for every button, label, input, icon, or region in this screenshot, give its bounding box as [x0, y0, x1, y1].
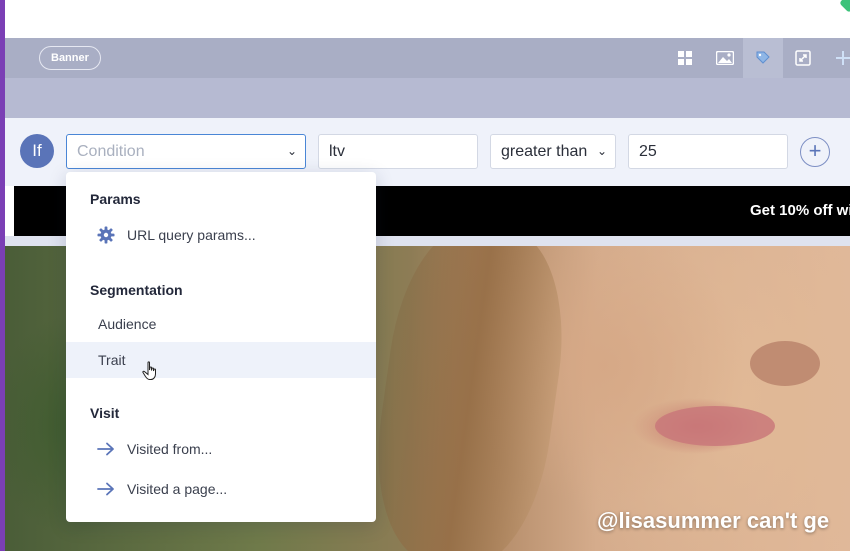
menu-item-audience[interactable]: Audience: [66, 306, 376, 342]
left-accent-strip: [0, 0, 5, 551]
move-icon[interactable]: [823, 38, 850, 78]
group-header-segmentation: Segmentation: [90, 282, 183, 298]
gear-icon: [96, 225, 116, 245]
operator-value: greater than: [501, 143, 588, 160]
hand-cursor-icon: [142, 361, 160, 384]
hero-caption: @lisasummer can't ge: [597, 508, 830, 533]
top-area: [5, 0, 850, 38]
plus-circle-icon[interactable]: +: [800, 137, 830, 167]
condition-placeholder: Condition: [77, 143, 145, 160]
menu-item-label: URL query params...: [127, 227, 256, 243]
menu-item-label: Audience: [98, 316, 157, 332]
banner-label[interactable]: Banner: [39, 46, 101, 70]
tag-icon[interactable]: [743, 38, 783, 78]
arrow-right-icon: [96, 439, 116, 459]
chevron-down-icon: ⌄: [286, 144, 297, 158]
menu-item-visited-from[interactable]: Visited from...: [66, 431, 376, 467]
value-input[interactable]: 25: [628, 134, 788, 169]
menu-item-visited-page[interactable]: Visited a page...: [66, 471, 376, 507]
group-header-params: Params: [90, 191, 141, 207]
hero-image-hair: [362, 246, 578, 551]
resize-icon[interactable]: [783, 38, 823, 78]
hero-image-lips: [655, 406, 775, 446]
menu-item-url-query-params[interactable]: URL query params...: [66, 217, 376, 253]
condition-dropdown: Params URL query params... Segmentation …: [66, 172, 376, 522]
sub-toolbar: [5, 78, 850, 118]
status-indicator: [839, 0, 850, 13]
block-toolbar: Banner: [5, 38, 850, 78]
operator-select[interactable]: greater than ⌄: [490, 134, 616, 169]
hero-image-nose: [750, 341, 820, 386]
grid-icon[interactable]: [665, 38, 705, 78]
if-badge: If: [20, 134, 54, 168]
condition-select[interactable]: Condition ⌄: [66, 134, 306, 169]
promo-text: Get 10% off wi: [750, 202, 850, 219]
chevron-down-icon: ⌄: [596, 144, 607, 158]
menu-item-label: Trait: [98, 352, 126, 368]
menu-item-label: Visited from...: [127, 441, 213, 457]
group-header-visit: Visit: [90, 405, 120, 421]
arrow-right-icon: [96, 479, 116, 499]
field-input[interactable]: ltv: [318, 134, 478, 169]
menu-item-label: Visited a page...: [127, 481, 228, 497]
menu-item-trait[interactable]: Trait: [66, 342, 376, 380]
image-icon[interactable]: [705, 38, 745, 78]
